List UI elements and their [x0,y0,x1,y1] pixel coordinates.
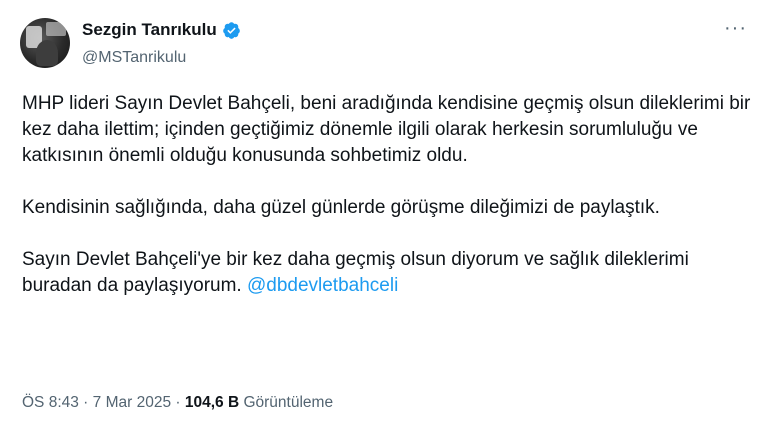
views-label: Görüntüleme [243,394,334,411]
author-handle[interactable]: @MSTanrikulu [82,49,186,67]
tweet-meta: ÖS 8:43 · 7 Mar 2025 · 104,6 B Görüntüle… [22,394,334,411]
author-name[interactable]: Sezgin Tanrıkulu [82,20,217,40]
views-count: 104,6 B [184,394,240,411]
tweet-text: MHP lideri Sayın Devlet Bahçeli, beni ar… [22,91,762,325]
tweet-date[interactable]: 7 Mar 2025 [93,394,171,411]
tweet-paragraph: Kendisinin sağlığında, daha güzel günler… [22,197,660,218]
mention-link[interactable]: @dbdevletbahceli [247,275,398,296]
avatar-detail [46,22,66,36]
verified-badge-icon [222,21,241,40]
tweet-paragraph: MHP lideri Sayın Devlet Bahçeli, beni ar… [22,93,751,166]
avatar-detail [36,40,58,66]
author-row: Sezgin Tanrıkulu [82,20,241,40]
tweet-time[interactable]: ÖS 8:43 [22,394,79,411]
tweet-card: Sezgin Tanrıkulu @MSTanrikulu ··· MHP li… [0,0,769,433]
more-options-icon[interactable]: ··· [724,17,747,40]
avatar[interactable] [20,18,70,68]
tweet-paragraph: Sayın Devlet Bahçeli'ye bir kez daha geç… [22,247,762,299]
